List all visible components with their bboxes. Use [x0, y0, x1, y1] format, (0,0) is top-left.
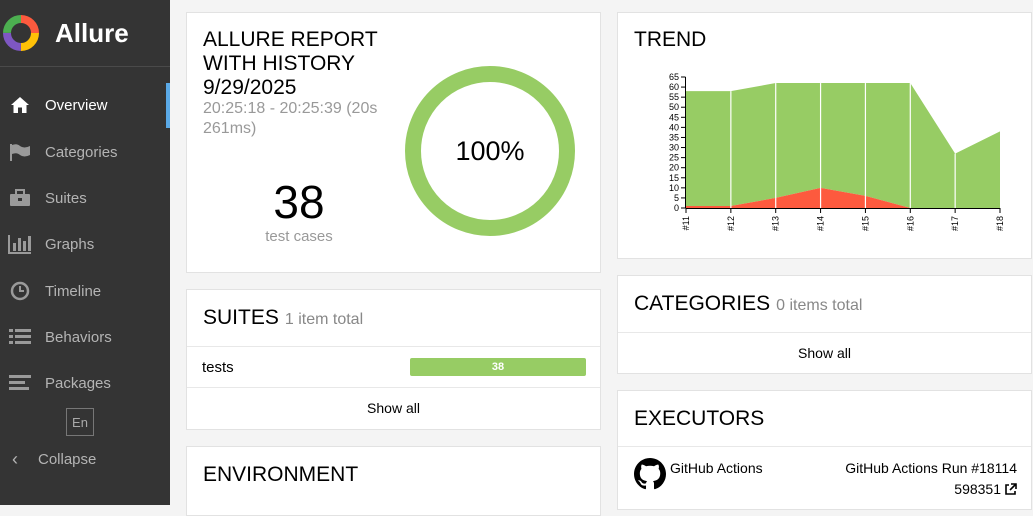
trend-y-tick-label: 50 [669, 102, 679, 112]
executor-run-id[interactable]: 598351 [954, 481, 1017, 497]
sidebar-item-behaviors[interactable]: Behaviors [0, 315, 170, 359]
trend-y-tick-label: 45 [669, 112, 679, 122]
trend-y-tick-label: 30 [669, 143, 679, 153]
trend-x-tick-label: #18 [995, 216, 1005, 231]
trend-y-tick-label: 0 [674, 203, 679, 213]
executors-title: EXECUTORS [634, 407, 765, 430]
trend-y-tick-label: 20 [669, 163, 679, 173]
sidebar-item-label: Overview [45, 96, 108, 114]
trend-y-tick-label: 15 [669, 173, 679, 183]
categories-header: CATEGORIES 0 items total [634, 292, 862, 316]
trend-x-tick-label: #12 [726, 216, 736, 231]
suite-row-status-bar[interactable]: 38 [410, 358, 586, 376]
sidebar-item-label: Timeline [45, 282, 102, 300]
trend-x-tick-label: #16 [905, 216, 915, 231]
briefcase-icon [8, 189, 32, 207]
suites-total: 1 item total [284, 311, 364, 328]
trend-chart[interactable]: 05101520253035404550556065 #11 #12 #13 #14 #1… [618, 13, 1033, 260]
executor-run-link[interactable]: GitHub Actions Run #18114 [845, 460, 1017, 476]
suites-show-all-link[interactable]: Show all [187, 400, 600, 416]
sidebar-item-timeline[interactable]: Timeline [0, 269, 170, 313]
trend-y-tick-label: 65 [669, 72, 679, 82]
trend-y-tick-label: 55 [669, 92, 679, 102]
executor-name: GitHub Actions [670, 460, 763, 476]
list-icon [8, 328, 32, 346]
sidebar-item-label: Categories [45, 143, 118, 161]
categories-widget: CATEGORIES 0 items total Show all [617, 275, 1032, 374]
executors-widget: EXECUTORS GitHub Actions GitHub Actions … [617, 390, 1032, 510]
app-name: Allure [55, 17, 129, 48]
trend-x-tick-label: #14 [816, 216, 826, 231]
sidebar-item-label: Suites [45, 189, 87, 207]
test-count: 38 [273, 176, 325, 228]
trend-y-tick-label: 5 [674, 193, 679, 203]
trend-widget: TREND 0 5 10 15 20 25 30 35 40 45 50 55 60 65 #11 #12 #1… [617, 12, 1032, 259]
align-left-icon [8, 374, 32, 392]
test-count-label: test cases [265, 228, 333, 245]
flag-icon [8, 143, 32, 161]
categories-total: 0 items total [776, 297, 863, 314]
sidebar-item-graphs[interactable]: Graphs [0, 222, 170, 266]
divider [187, 346, 600, 347]
active-indicator [166, 83, 170, 128]
trend-y-tick-label: 10 [669, 183, 679, 193]
environment-widget: ENVIRONMENT [186, 446, 601, 516]
home-icon [8, 96, 32, 114]
trend-x-tick-label: #17 [950, 216, 960, 231]
suite-row-name[interactable]: tests [202, 359, 234, 376]
trend-series-passed[interactable] [686, 83, 1000, 208]
trend-y-tick-label: 40 [669, 122, 679, 132]
sidebar: Allure Overview Categories Suites Graphs… [0, 0, 170, 505]
trend-x-tick-label: #11 [681, 216, 691, 230]
suites-widget: SUITES 1 item total tests 38 Show all [186, 289, 601, 430]
summary-widget: ALLURE REPORT WITH HISTORY 9/29/2025 20:… [186, 12, 601, 273]
language-toggle[interactable]: En [66, 408, 94, 436]
github-icon [634, 458, 666, 490]
trend-y-tick-label: 35 [669, 132, 679, 142]
trend-y-tick-label: 25 [669, 153, 679, 163]
sidebar-item-packages[interactable]: Packages [0, 361, 170, 405]
sidebar-item-categories[interactable]: Categories [0, 130, 170, 174]
divider [618, 332, 1031, 333]
allure-logo-icon [3, 15, 39, 51]
trend-x-tick-label: #13 [771, 216, 781, 231]
executor-run-id-text: 598351 [954, 481, 1001, 497]
report-title: ALLURE REPORT WITH HISTORY 9/29/2025 [203, 28, 378, 99]
suites-header: SUITES 1 item total [203, 306, 363, 330]
divider [618, 446, 1031, 447]
sidebar-item-suites[interactable]: Suites [0, 176, 170, 220]
categories-show-all-link[interactable]: Show all [618, 345, 1031, 361]
collapse-button[interactable]: ‹ Collapse [0, 440, 170, 478]
trend-x-tick-label: #15 [860, 216, 870, 231]
categories-title: CATEGORIES [634, 292, 771, 315]
brand[interactable]: Allure [0, 0, 170, 67]
bar-chart-icon [8, 234, 32, 254]
trend-y-tick-label: 60 [669, 82, 679, 92]
sidebar-item-label: Graphs [45, 235, 95, 253]
clock-icon [8, 281, 32, 301]
collapse-label: Collapse [38, 450, 97, 468]
divider [187, 387, 600, 388]
report-time: 20:25:18 - 20:25:39 (20s 261ms) [203, 100, 378, 137]
external-link-icon [1005, 482, 1017, 495]
sidebar-item-label: Behaviors [45, 328, 112, 346]
environment-title: ENVIRONMENT [203, 463, 359, 486]
sidebar-item-label: Packages [45, 374, 111, 392]
suites-title: SUITES [203, 306, 279, 329]
sidebar-item-overview[interactable]: Overview [0, 83, 170, 127]
success-percent: 100% [455, 135, 525, 166]
chevron-left-icon: ‹ [12, 448, 18, 469]
